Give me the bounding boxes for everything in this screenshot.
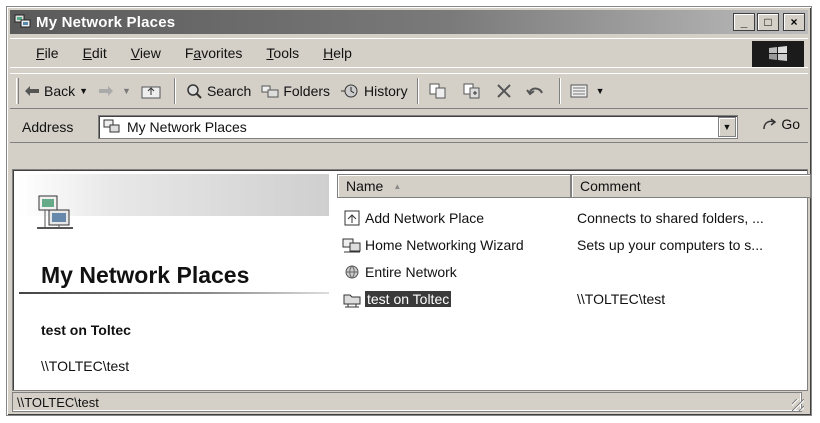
- history-label: History: [364, 83, 408, 99]
- column-comment-label: Comment: [580, 178, 641, 194]
- selected-item-name: test on Toltec: [41, 322, 131, 338]
- item-name: test on Toltec: [365, 290, 452, 307]
- list-item[interactable]: Add Network Place Connects to shared fol…: [337, 204, 807, 231]
- up-folder-button[interactable]: [136, 76, 170, 106]
- toolbar-separator: [558, 78, 561, 104]
- move-to-icon: [428, 82, 448, 100]
- resize-grip-icon[interactable]: [792, 399, 804, 411]
- copy-to-icon: [462, 82, 482, 100]
- status-bar: \\TOLTEC\test: [10, 391, 808, 413]
- undo-button[interactable]: [521, 76, 555, 106]
- windows-logo-icon: [752, 41, 804, 67]
- list-item[interactable]: Entire Network: [337, 258, 807, 285]
- content-area: My Network Places test on Toltec \\TOLTE…: [12, 169, 811, 391]
- item-name: Entire Network: [365, 263, 457, 280]
- file-list: Name ▲ Comment Add Network Place Connect…: [337, 174, 811, 388]
- forward-arrow-icon: [98, 85, 114, 97]
- views-icon: [570, 83, 588, 99]
- pane-divider: [19, 292, 329, 294]
- column-header-comment[interactable]: Comment: [571, 174, 811, 198]
- history-button[interactable]: History: [335, 76, 413, 106]
- sort-ascending-icon: ▲: [393, 181, 402, 191]
- forward-dropdown-icon[interactable]: ▼: [122, 86, 131, 96]
- folders-icon: [261, 83, 279, 99]
- address-label: Address: [22, 118, 74, 135]
- search-label: Search: [206, 83, 252, 99]
- back-arrow-icon: [24, 85, 40, 97]
- search-button[interactable]: Search: [180, 76, 256, 106]
- entire-network-icon: [341, 262, 363, 282]
- copy-to-button[interactable]: [457, 76, 491, 106]
- list-header: Name ▲ Comment: [337, 174, 815, 198]
- back-dropdown-icon[interactable]: ▼: [79, 86, 88, 96]
- address-dropdown-icon[interactable]: ▼: [718, 117, 736, 137]
- delete-button[interactable]: [491, 76, 521, 106]
- close-button[interactable]: ×: [783, 13, 805, 31]
- item-comment: Connects to shared folders, ...: [577, 209, 764, 226]
- forward-button[interactable]: ▼: [93, 76, 136, 106]
- folders-label: Folders: [283, 83, 331, 99]
- window-title: My Network Places: [36, 13, 176, 31]
- item-comment: Sets up your computers to s...: [577, 236, 763, 253]
- address-value: My Network Places: [127, 119, 247, 135]
- address-bar: Address My Network Places ▼ Go: [10, 111, 808, 143]
- delete-icon: [496, 83, 512, 99]
- network-places-large-icon: [35, 192, 75, 232]
- column-header-name[interactable]: Name ▲: [337, 174, 571, 198]
- menu-view[interactable]: View: [119, 45, 173, 61]
- network-places-icon: [14, 14, 32, 30]
- toolbar-separator: [173, 78, 176, 104]
- item-name: Home Networking Wizard: [365, 236, 524, 253]
- menu-bar: File Edit View Favorites Tools Help: [10, 38, 808, 68]
- menu-tools[interactable]: Tools: [254, 45, 311, 61]
- history-icon: [340, 83, 360, 99]
- search-icon: [185, 83, 203, 99]
- menu-file[interactable]: File: [24, 45, 71, 61]
- back-button[interactable]: Back ▼: [19, 76, 93, 106]
- up-folder-icon: [141, 83, 161, 99]
- move-to-button[interactable]: [423, 76, 457, 106]
- add-network-place-icon: [341, 208, 363, 228]
- standard-toolbar: Back ▼ ▼ Search Folders History ▼: [10, 73, 808, 109]
- go-button[interactable]: Go: [762, 116, 800, 132]
- list-item-selected[interactable]: test on Toltec \\TOLTEC\test: [337, 285, 807, 312]
- menu-favorites[interactable]: Favorites: [173, 45, 255, 61]
- network-share-icon: [341, 289, 363, 309]
- folders-button[interactable]: Folders: [256, 76, 335, 106]
- address-input[interactable]: My Network Places ▼: [98, 115, 738, 139]
- maximize-button[interactable]: □: [757, 13, 779, 31]
- menu-edit[interactable]: Edit: [71, 45, 119, 61]
- title-bar[interactable]: My Network Places _ □ ×: [10, 10, 808, 34]
- address-network-icon: [103, 119, 121, 135]
- web-view-pane: My Network Places test on Toltec \\TOLTE…: [19, 174, 329, 388]
- minimize-button[interactable]: _: [733, 13, 755, 31]
- selected-item-path: \\TOLTEC\test: [41, 358, 130, 374]
- go-arrow-icon: [762, 117, 778, 131]
- item-comment: \\TOLTEC\test: [577, 290, 666, 307]
- views-button[interactable]: ▼: [565, 76, 610, 106]
- undo-icon: [525, 83, 546, 99]
- back-label: Back: [44, 83, 76, 99]
- menu-help[interactable]: Help: [311, 45, 364, 61]
- views-dropdown-icon[interactable]: ▼: [596, 86, 605, 96]
- item-name: Add Network Place: [365, 209, 485, 226]
- status-text: \\TOLTEC\test: [12, 392, 802, 412]
- pane-title: My Network Places: [41, 262, 250, 288]
- column-name-label: Name: [346, 178, 384, 194]
- list-item[interactable]: Home Networking Wizard Sets up your comp…: [337, 231, 807, 258]
- explorer-window: My Network Places _ □ × File Edit View F…: [6, 6, 812, 416]
- go-label: Go: [781, 116, 800, 132]
- toolbar-separator: [416, 78, 419, 104]
- wizard-icon: [341, 235, 363, 255]
